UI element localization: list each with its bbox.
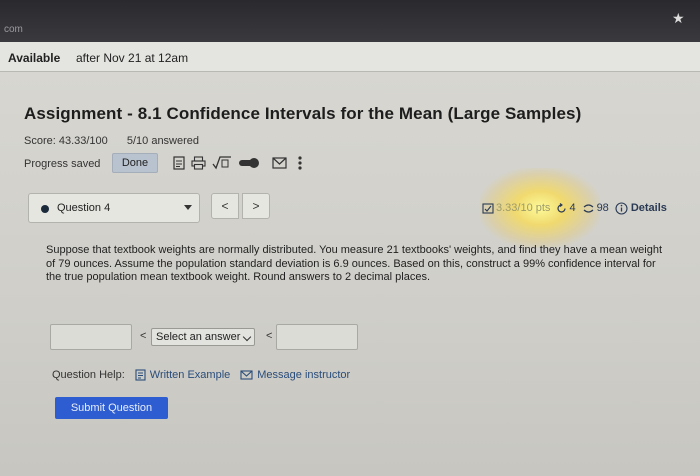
parameter-select[interactable]: Select an answer	[151, 328, 255, 346]
done-button[interactable]: Done	[112, 153, 158, 173]
retries-count: 4	[569, 202, 576, 214]
question-status-dot-icon	[41, 205, 49, 213]
points-text: 3.33/10 pts	[496, 202, 551, 214]
chevron-down-icon	[184, 205, 192, 210]
question-select[interactable]: Question 4	[28, 193, 200, 223]
parameter-select-label: Select an answer	[156, 331, 241, 343]
next-question-button[interactable]: >	[242, 193, 270, 219]
chevron-down-icon	[242, 332, 252, 342]
lower-bound-input[interactable]	[50, 324, 132, 350]
details-link[interactable]: Details	[615, 201, 667, 215]
submit-question-button[interactable]: Submit Question	[55, 397, 168, 419]
upper-bound-input[interactable]	[276, 324, 358, 350]
bookmark-star-icon[interactable]: ★	[672, 10, 685, 27]
less-than-symbol: <	[266, 330, 273, 342]
question-select-label: Question 4	[57, 202, 111, 214]
question-status: 3.33/10 pts 4 98 Details	[482, 200, 673, 216]
written-example-text: Written Example	[149, 369, 231, 381]
mail-icon	[240, 370, 253, 380]
availability-bar: Available after Nov 21 at 12am	[0, 42, 700, 72]
less-than-symbol: <	[140, 330, 147, 342]
toolbar	[173, 154, 303, 172]
points-item: 3.33/10 pts	[482, 202, 550, 214]
details-text: Details	[630, 202, 667, 214]
retries-item: 4	[556, 202, 576, 214]
info-icon	[615, 201, 628, 215]
question-text: Suppose that textbook weights are normal…	[46, 244, 663, 283]
toggle-icon[interactable]	[238, 157, 260, 169]
browser-top-bar: com ★	[0, 0, 700, 42]
previous-question-button[interactable]: <	[211, 193, 239, 219]
score-text: Score: 43.33/100	[24, 135, 108, 147]
question-help-label: Question Help:	[52, 369, 125, 381]
mail-icon[interactable]	[272, 157, 287, 169]
message-instructor-text: Message instructor	[257, 369, 351, 381]
document-icon	[135, 369, 146, 381]
answered-count: 5/10 answered	[126, 135, 200, 147]
availability-value: after Nov 21 at 12am	[76, 51, 189, 65]
assignment-page: Assignment - 8.1 Confidence Intervals fo…	[0, 72, 700, 476]
print-icon[interactable]	[191, 156, 206, 170]
message-instructor-link[interactable]: Message instructor	[240, 369, 350, 381]
document-icon[interactable]	[173, 156, 185, 170]
progress-status: Progress saved	[24, 158, 101, 170]
attempts-item: 98	[582, 202, 609, 214]
sqrt-icon[interactable]	[212, 156, 232, 170]
more-vertical-icon[interactable]	[297, 155, 303, 171]
answer-row: < Select an answer <	[50, 324, 370, 350]
score-line: Score: 43.33/100 5/10 answered	[24, 135, 199, 147]
page-title: Assignment - 8.1 Confidence Intervals fo…	[24, 104, 582, 123]
availability-label: Available	[8, 51, 61, 65]
attempts-icon	[583, 203, 593, 213]
gradebook-icon	[482, 202, 494, 214]
attempts-count: 98	[596, 202, 609, 214]
retry-icon	[557, 202, 567, 213]
url-text[interactable]: com	[4, 24, 23, 35]
written-example-link[interactable]: Written Example	[135, 369, 231, 381]
question-help: Question Help: Written Example Message i…	[52, 369, 360, 381]
